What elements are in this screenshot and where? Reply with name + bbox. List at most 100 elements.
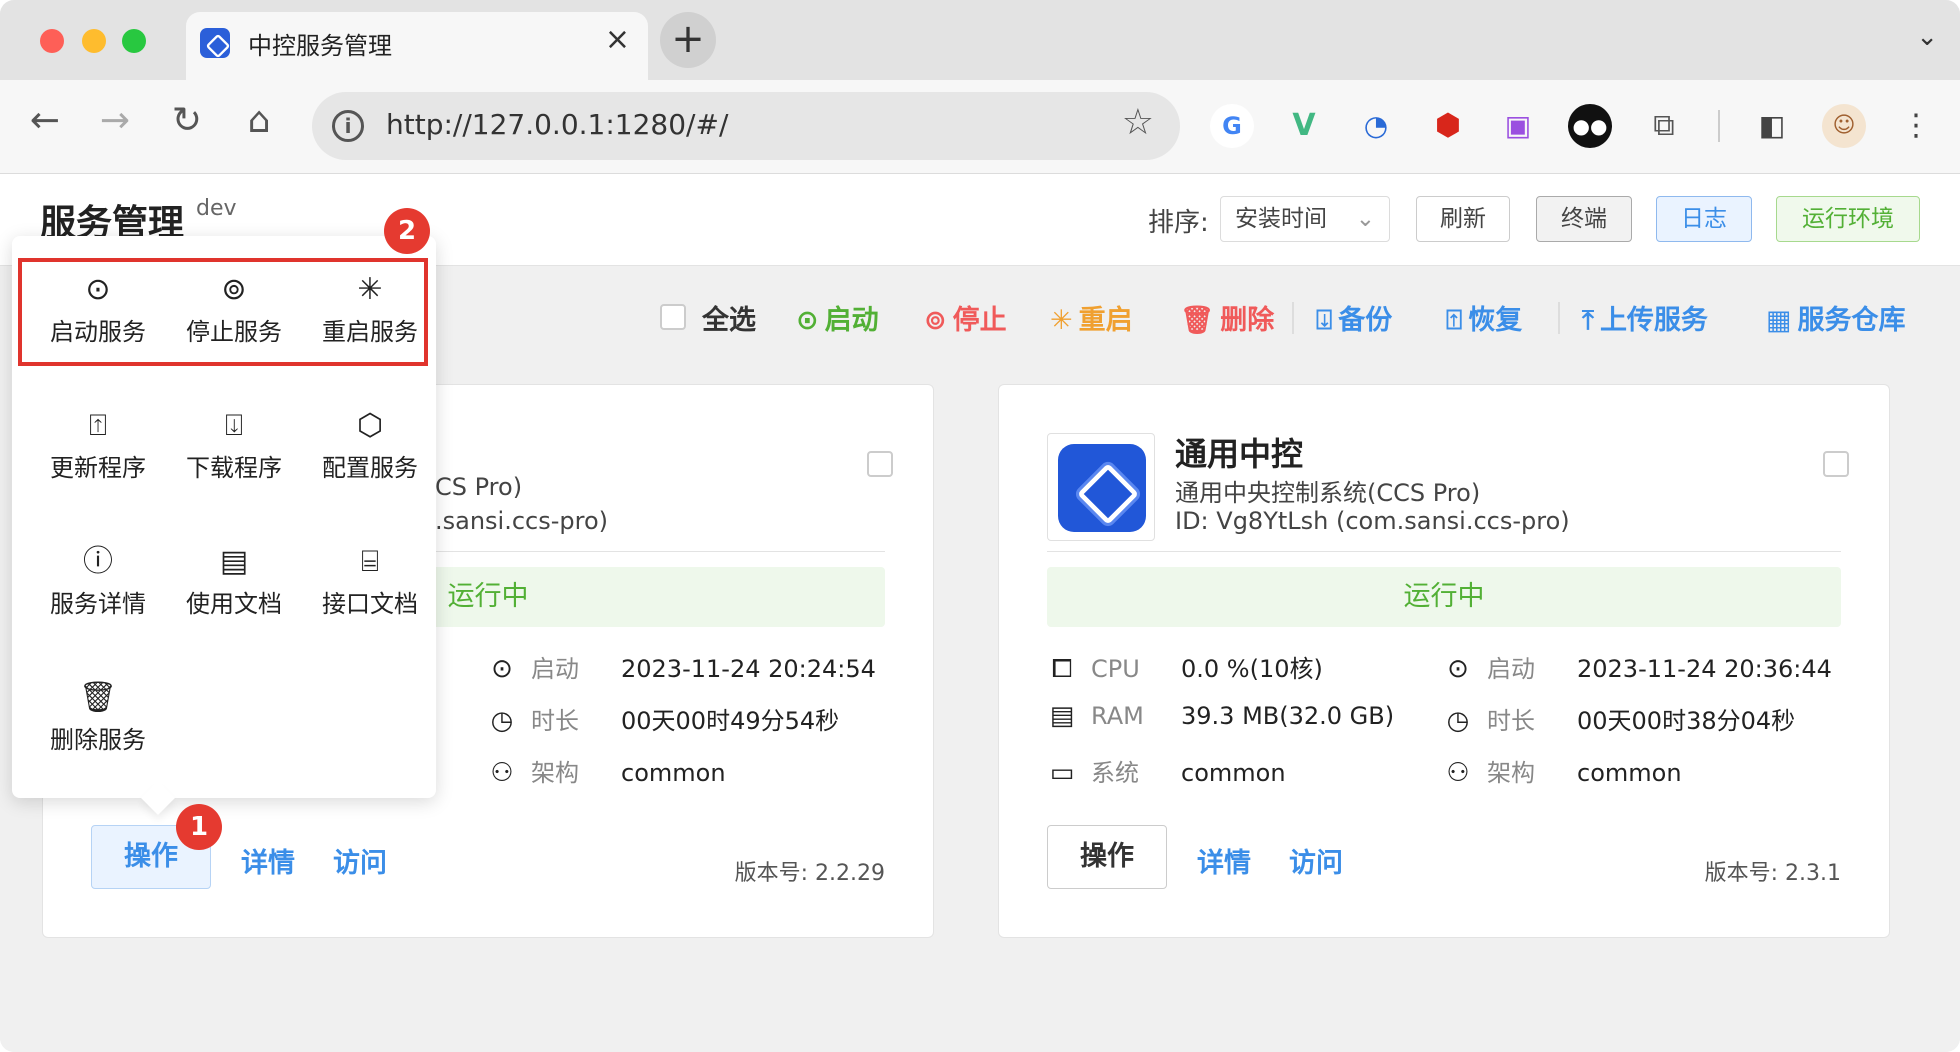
favicon-icon [200,28,230,58]
menu-item-update-program[interactable]: ⍐ 更新程序 [30,406,166,483]
cpu-value: 0.0 %(10核) [1181,655,1323,683]
select-all-checkbox[interactable] [660,304,686,330]
start-time-row: ⊙ 启动 2023-11-24 20:24:54 [487,649,876,684]
url-text[interactable]: http://127.0.0.1:1280/#/ [386,108,728,141]
tampermonkey-icon[interactable]: ●● [1568,104,1612,148]
menu-item-configure-service[interactable]: ⬡ 配置服务 [302,406,438,483]
download-extension-icon[interactable]: ▣ [1496,104,1540,148]
address-bar[interactable]: i http://127.0.0.1:1280/#/ ☆ [312,92,1180,160]
menu-item-download-program[interactable]: ⍗ 下载程序 [166,406,302,483]
restore-button[interactable]: ⍐ 恢复 [1446,298,1522,337]
refresh-button[interactable]: 刷新 [1416,196,1510,242]
toolbar-divider [1718,110,1720,142]
clock-icon: ◷ [490,706,514,736]
home-icon[interactable]: ⌂ [234,100,284,141]
cpu-chip-icon: ⧠ [1051,654,1073,684]
start-time-value: 2023-11-24 20:36:44 [1577,655,1832,683]
service-repo-label: 服务仓库 [1797,305,1906,336]
bulk-restart-button[interactable]: ✳ 重启 [1050,298,1133,337]
visit-link[interactable]: 访问 [1289,841,1343,880]
service-repo-button[interactable]: ▦ 服务仓库 [1766,298,1906,337]
adblock-hand-icon[interactable]: ⬢ [1426,104,1470,148]
terminal-button[interactable]: 终端 [1536,196,1632,242]
menu-item-usage-docs[interactable]: ▤ 使用文档 [166,542,302,619]
operate-button[interactable]: 操作 [1047,825,1167,889]
monitor-icon: ▭ [1049,758,1075,788]
upload-service-button[interactable]: ⤒ 上传服务 [1582,298,1708,337]
menu-item-label: 下载程序 [186,454,282,482]
uptime-row: ◷ 时长 00天00时38分04秒 [1443,701,1796,736]
menu-item-label: 删除服务 [50,726,146,754]
extensions-puzzle-icon[interactable]: ⧉ [1642,104,1686,148]
bulk-stop-button[interactable]: ⊚ 停止 [924,298,1007,337]
visit-link[interactable]: 访问 [333,841,387,880]
menu-item-api-docs[interactable]: ⌸ 接口文档 [302,542,438,619]
menu-item-label: 更新程序 [50,454,146,482]
memory-icon: ▤ [1049,701,1075,731]
close-window-button[interactable] [40,29,64,53]
hierarchy-icon: ⚇ [1446,758,1470,788]
sort-select[interactable]: 安装时间 ⌄ [1220,196,1390,242]
service-description: CS Pro) [435,473,523,501]
upload-icon: ⤒ [1582,305,1594,336]
trash-icon: 🗑 [1180,305,1215,336]
security-extension-icon[interactable]: ◔ [1354,104,1398,148]
bulk-start-button[interactable]: ⊙ 启动 [796,298,879,337]
details-link[interactable]: 详情 [1197,841,1251,880]
menu-item-label: 配置服务 [322,454,418,482]
new-tab-button[interactable]: + [660,12,716,68]
menu-item-service-details[interactable]: ⓘ 服务详情 [30,542,166,619]
step-badge-2: 2 [384,208,430,254]
uptime-value: 00天00时49分54秒 [621,707,840,735]
bookmark-star-icon[interactable]: ☆ [1122,102,1154,143]
uptime-label: 时长 [1487,707,1535,735]
logs-button[interactable]: 日志 [1656,196,1752,242]
play-circle-icon: ⊙ [796,305,819,336]
minimize-window-button[interactable] [82,29,106,53]
backup-button[interactable]: ⍗ 备份 [1316,298,1392,337]
menu-item-delete-service[interactable]: 🗑 删除服务 [30,678,166,755]
version-text: 版本号: 2.3.1 [1704,861,1841,886]
service-checkbox[interactable] [1823,451,1849,477]
service-checkbox[interactable] [867,451,893,477]
bulk-delete-button[interactable]: 🗑 删除 [1180,298,1274,337]
arch-value: common [621,759,726,787]
card-divider [1047,551,1841,552]
status-badge: 运行中 [1047,567,1841,627]
tab-active[interactable]: 中控服务管理 × [186,12,648,80]
folder-upload-icon: ⍐ [89,408,107,443]
profile-avatar[interactable]: ☺ [1822,104,1866,148]
hexagon-logo-icon [1058,444,1146,532]
hierarchy-icon: ⚇ [490,758,514,788]
arch-label: 架构 [1487,759,1535,787]
bulk-stop-label: 停止 [952,305,1007,336]
start-time-label: 启动 [531,655,579,683]
info-circle-icon: ⓘ [83,544,113,579]
maximize-window-button[interactable] [122,29,146,53]
select-all-label[interactable]: 全选 [702,298,756,337]
vue-devtools-icon[interactable]: V [1282,104,1326,148]
restore-label: 恢复 [1468,305,1523,336]
clock-icon: ◷ [1446,706,1470,736]
forward-arrow-icon[interactable]: → [90,100,140,141]
side-panel-icon[interactable]: ◧ [1750,104,1794,148]
system-row: ▭ 系统 common [1047,753,1286,788]
site-info-icon[interactable]: i [332,110,364,142]
tab-close-button[interactable]: × [605,22,630,57]
translate-extension-icon[interactable]: G [1210,104,1254,148]
runtime-env-button[interactable]: 运行环境 [1776,196,1920,242]
reload-icon[interactable]: ↻ [162,100,212,141]
action-divider [1292,302,1294,334]
highlight-box [18,258,428,366]
step-badge-1: 1 [176,804,222,850]
action-divider [1558,302,1560,334]
tab-strip: 中控服务管理 × + ⌄ [0,0,1960,80]
settings-hexagon-icon: ⬡ [356,408,384,443]
arch-row: ⚇ 架构 common [487,753,726,788]
sort-label: 排序: [1148,208,1209,238]
more-menu-icon[interactable]: ⋮ [1894,104,1938,148]
service-card: 通用中控 通用中央控制系统(CCS Pro) ID: Vg8YtLsh (com… [998,384,1890,938]
back-arrow-icon[interactable]: ← [20,100,70,141]
tab-list-chevron-icon[interactable]: ⌄ [1916,22,1938,52]
details-link[interactable]: 详情 [241,841,295,880]
